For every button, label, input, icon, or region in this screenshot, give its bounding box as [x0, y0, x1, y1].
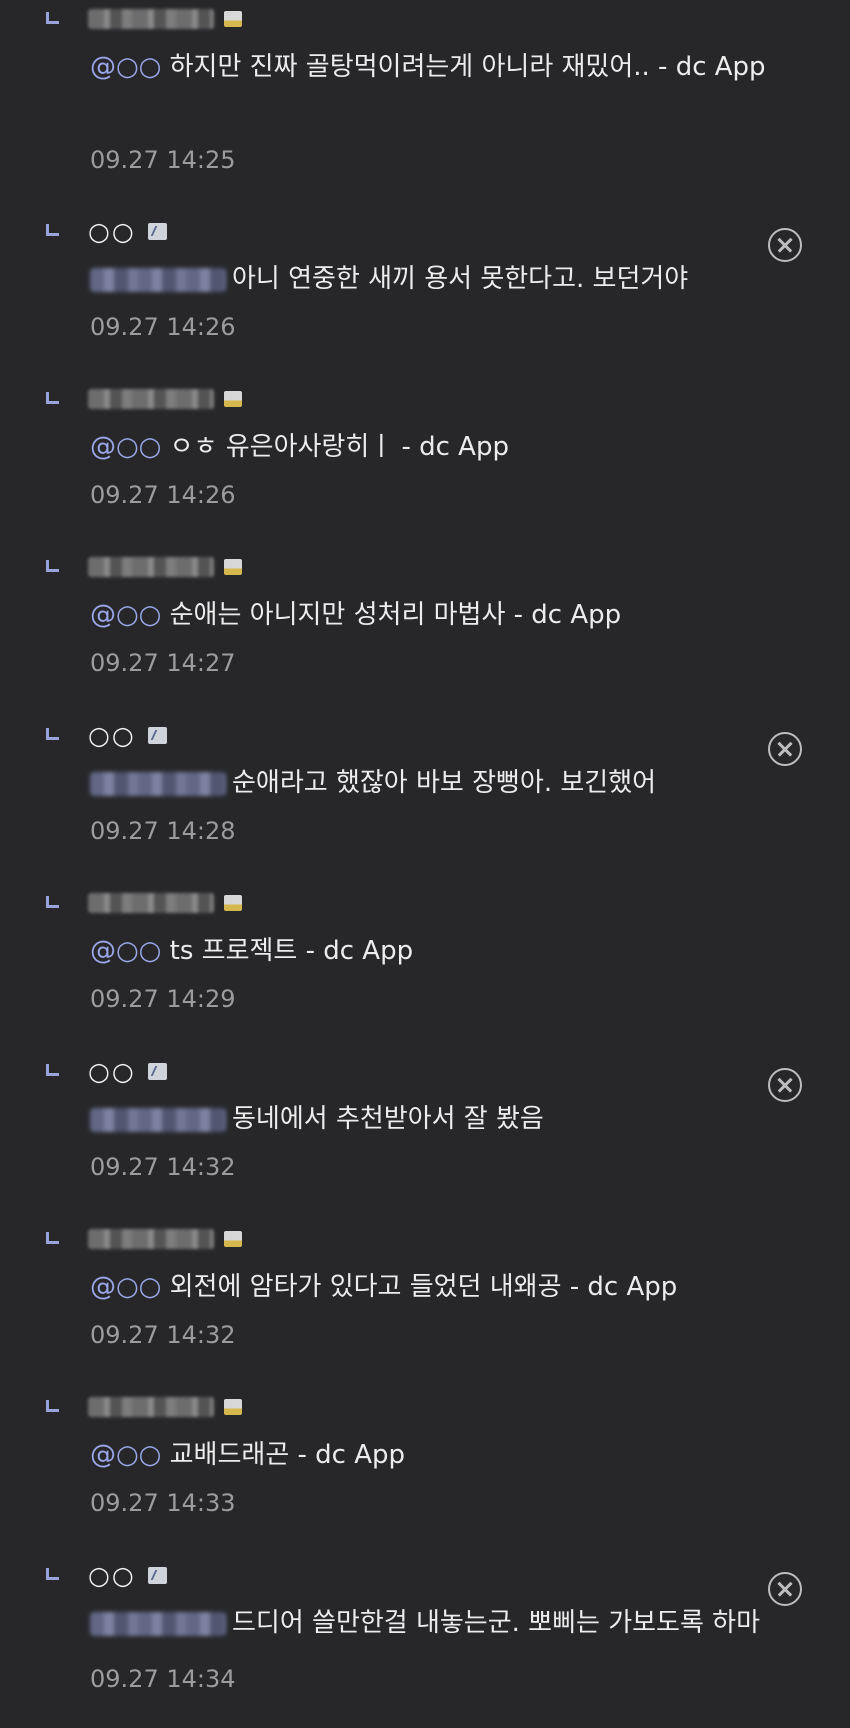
user-badge-icon — [147, 1566, 167, 1584]
reply-arrow-icon — [46, 392, 59, 404]
comment-body: 순애라고 했잖아 바보 장뻥아. 보긴했어 — [90, 762, 790, 804]
user-badge-icon — [147, 726, 167, 744]
comment-author[interactable] — [88, 552, 242, 582]
comment-item: ○○ 동네에서 추천받아서 잘 봤음 09.27 14:32 — [0, 1056, 850, 1224]
comment-body: 아니 연중한 새끼 용서 못한다고. 보던거야 — [90, 258, 790, 300]
comment-text: 아니 연중한 새끼 용서 못한다고. 보던거야 — [232, 264, 689, 294]
blurred-nickname — [88, 1397, 214, 1417]
mention[interactable]: @○○ — [90, 432, 161, 462]
comment-timestamp: 09.27 14:34 — [90, 1665, 236, 1693]
comment-text: 순애는 아니지만 성처리 마법사 - dc App — [161, 600, 622, 630]
blurred-nickname — [88, 557, 214, 577]
user-badge-icon — [224, 1399, 242, 1415]
comment-item: @○○ 하지만 진짜 골탕먹이려는게 아니라 재밌어.. - dc App 09… — [0, 4, 850, 174]
reply-arrow-icon — [46, 560, 59, 572]
comment-item: @○○ 순애는 아니지만 성처리 마법사 - dc App 09.27 14:2… — [0, 552, 850, 720]
comment-author[interactable]: ○○ — [88, 720, 167, 750]
comment-text: 순애라고 했잖아 바보 장뻥아. 보긴했어 — [232, 768, 657, 798]
reply-arrow-icon — [46, 1064, 59, 1076]
comment-item: ○○ 순애라고 했잖아 바보 장뻥아. 보긴했어 09.27 14:28 — [0, 720, 850, 888]
reply-arrow-icon — [46, 1568, 59, 1580]
comment-timestamp: 09.27 14:33 — [90, 1489, 236, 1517]
author-nickname: ○○ — [88, 1560, 136, 1590]
reply-arrow-icon — [46, 728, 59, 740]
delete-circle-x-icon[interactable] — [768, 732, 802, 766]
comment-item: ○○ 드디어 쓸만한걸 내놓는군. 뽀삐는 가보도록 하마 09.27 14:3… — [0, 1560, 850, 1728]
mention[interactable]: @○○ — [90, 1272, 161, 1302]
comment-item: ○○ 아니 연중한 새끼 용서 못한다고. 보던거야 09.27 14:26 — [0, 216, 850, 384]
comment-text: 교배드래곤 - dc App — [161, 1440, 406, 1470]
user-badge-icon — [224, 895, 242, 911]
comment-author[interactable] — [88, 4, 242, 34]
author-nickname: ○○ — [88, 1056, 136, 1086]
blurred-reply-target — [90, 1611, 226, 1636]
blurred-nickname — [88, 1229, 214, 1249]
comment-timestamp: 09.27 14:32 — [90, 1153, 236, 1181]
comment-timestamp: 09.27 14:26 — [90, 313, 236, 341]
comment-timestamp: 09.27 14:32 — [90, 1321, 236, 1349]
user-badge-icon — [224, 391, 242, 407]
comment-item: @○○ ts 프로젝트 - dc App 09.27 14:29 — [0, 888, 850, 1056]
mention[interactable]: @○○ — [90, 936, 161, 966]
blurred-nickname — [88, 893, 214, 913]
comment-author[interactable] — [88, 384, 242, 414]
comment-body: 드디어 쓸만한걸 내놓는군. 뽀삐는 가보도록 하마 — [90, 1602, 790, 1644]
comment-body: @○○ 하지만 진짜 골탕먹이려는게 아니라 재밌어.. - dc App — [90, 46, 790, 88]
comment-timestamp: 09.27 14:29 — [90, 985, 236, 1013]
delete-circle-x-icon[interactable] — [768, 228, 802, 262]
comment-text: 하지만 진짜 골탕먹이려는게 아니라 재밌어.. - dc App — [161, 52, 766, 82]
user-badge-icon — [224, 11, 242, 27]
comment-item: @○○ ㅇㅎ 유은아사랑히ㅣ - dc App 09.27 14:26 — [0, 384, 850, 552]
comment-list: @○○ 하지만 진짜 골탕먹이려는게 아니라 재밌어.. - dc App 09… — [0, 0, 850, 1701]
comment-author[interactable] — [88, 1224, 242, 1254]
comment-timestamp: 09.27 14:25 — [90, 146, 236, 174]
comment-text: ㅇㅎ 유은아사랑히ㅣ - dc App — [161, 432, 509, 462]
user-badge-icon — [224, 559, 242, 575]
reply-arrow-icon — [46, 12, 59, 24]
comment-timestamp: 09.27 14:27 — [90, 649, 236, 677]
reply-arrow-icon — [46, 896, 59, 908]
comment-author[interactable] — [88, 1392, 242, 1422]
blurred-nickname — [88, 389, 214, 409]
comment-author[interactable] — [88, 888, 242, 918]
blurred-nickname — [88, 9, 214, 29]
comment-body: @○○ 외전에 암타가 있다고 들었던 내왜공 - dc App — [90, 1266, 790, 1308]
comment-text: 드디어 쓸만한걸 내놓는군. 뽀삐는 가보도록 하마 — [232, 1608, 760, 1638]
reply-arrow-icon — [46, 224, 59, 236]
mention[interactable]: @○○ — [90, 52, 161, 82]
comment-body: @○○ 순애는 아니지만 성처리 마법사 - dc App — [90, 594, 790, 636]
author-nickname: ○○ — [88, 720, 136, 750]
comment-body: @○○ ㅇㅎ 유은아사랑히ㅣ - dc App — [90, 426, 790, 468]
comment-text: 외전에 암타가 있다고 들었던 내왜공 - dc App — [161, 1272, 678, 1302]
comment-author[interactable]: ○○ — [88, 1056, 167, 1086]
user-badge-icon — [147, 222, 167, 240]
comment-item: @○○ 교배드래곤 - dc App 09.27 14:33 — [0, 1392, 850, 1560]
blurred-reply-target — [90, 267, 226, 292]
comment-text: ts 프로젝트 - dc App — [161, 936, 414, 966]
comment-author[interactable]: ○○ — [88, 216, 167, 246]
comment-timestamp: 09.27 14:26 — [90, 481, 236, 509]
comment-item: @○○ 외전에 암타가 있다고 들었던 내왜공 - dc App 09.27 1… — [0, 1224, 850, 1392]
blurred-reply-target — [90, 1107, 226, 1132]
comment-text: 동네에서 추천받아서 잘 봤음 — [232, 1104, 544, 1134]
author-nickname: ○○ — [88, 216, 136, 246]
delete-circle-x-icon[interactable] — [768, 1068, 802, 1102]
user-badge-icon — [224, 1231, 242, 1247]
comment-body: @○○ 교배드래곤 - dc App — [90, 1434, 790, 1476]
comment-author[interactable]: ○○ — [88, 1560, 167, 1590]
mention[interactable]: @○○ — [90, 600, 161, 630]
mention[interactable]: @○○ — [90, 1440, 161, 1470]
user-badge-icon — [147, 1062, 167, 1080]
blurred-reply-target — [90, 771, 226, 796]
reply-arrow-icon — [46, 1232, 59, 1244]
comment-body: @○○ ts 프로젝트 - dc App — [90, 930, 790, 972]
delete-circle-x-icon[interactable] — [768, 1572, 802, 1606]
reply-arrow-icon — [46, 1400, 59, 1412]
comment-body: 동네에서 추천받아서 잘 봤음 — [90, 1098, 790, 1140]
comment-timestamp: 09.27 14:28 — [90, 817, 236, 845]
